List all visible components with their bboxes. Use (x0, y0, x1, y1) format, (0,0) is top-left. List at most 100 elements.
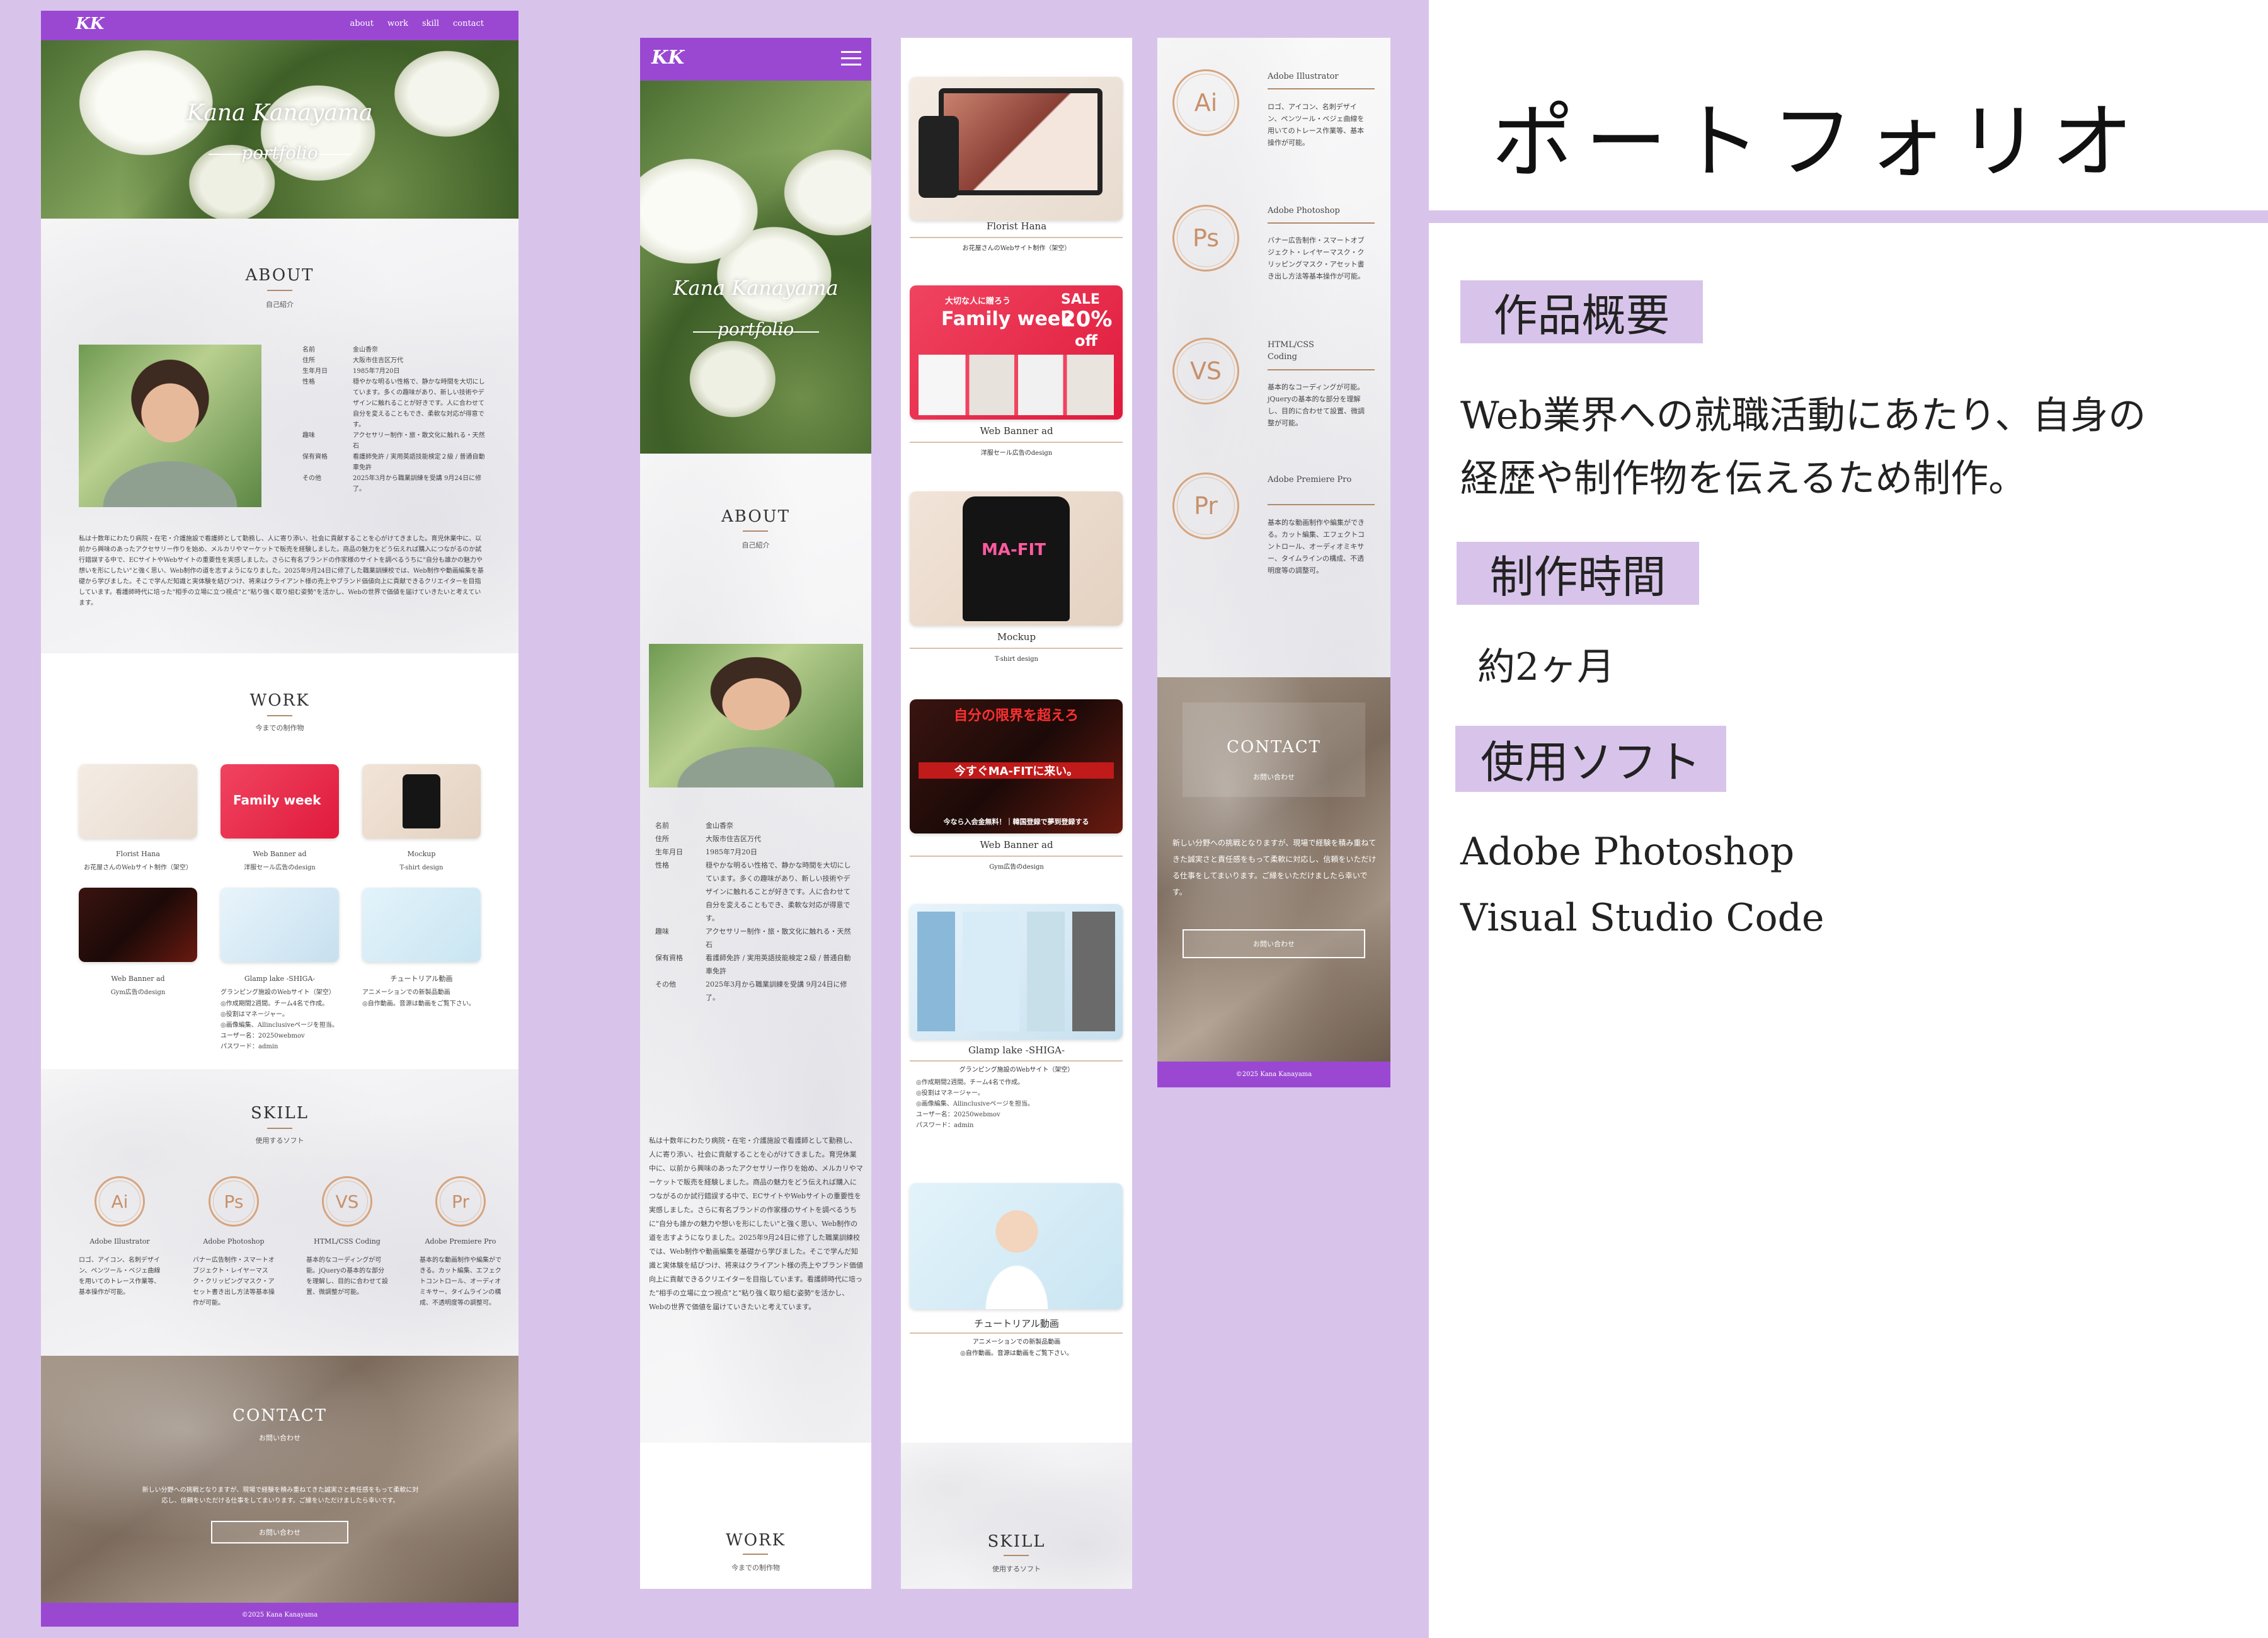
contact-subtitle: お問い合わせ (259, 1434, 301, 1442)
work-details: ◎自作動画。音源は動画をご覧下さい。 (362, 1000, 475, 1007)
work-name: Web Banner ad (980, 839, 1053, 850)
work-name: Mockup (997, 631, 1036, 643)
vscode-icon: VS (322, 1176, 372, 1227)
about-title: ABOUT (721, 507, 790, 526)
section-text: Adobe Photoshop Visual Studio Code (1460, 830, 1824, 940)
illustrator-icon: Ai (1172, 69, 1239, 136)
premiere-icon: Pr (1172, 472, 1239, 539)
mobile-footer: ©2025 Kana Kanayama (1157, 1062, 1390, 1087)
skill-subtitle: 使用するソフト (992, 1565, 1041, 1573)
profile-photo (649, 644, 863, 788)
work-title: WORK (249, 691, 310, 710)
work-subtitle: 今までの制作物 (731, 1564, 780, 1572)
skill-title: SKILL (987, 1532, 1046, 1551)
work-thumb-gym[interactable] (79, 888, 197, 962)
work-thumb-glamp[interactable] (220, 888, 339, 962)
section-label: 作品概要 (1460, 280, 1703, 343)
section-text: 約2ヶ月 (1477, 645, 1615, 689)
nav-work[interactable]: work (387, 19, 408, 28)
mobile-contact: CONTACT お問い合わせ 新しい分野への挑戦となりますが、現場で経験を積み重… (1157, 677, 1390, 1062)
about-subtitle: 自己紹介 (742, 541, 770, 549)
section-label: 使用ソフト (1455, 726, 1726, 792)
desktop-work: WORK 今までの制作物 Florist Hana お花屋さんのWebサイト制作… (41, 653, 518, 1069)
contact-subtitle: お問い合わせ (1253, 773, 1295, 781)
work-details: ◎自作動画。音源は動画をご覧下さい。 (960, 1350, 1073, 1357)
contact-body: 新しい分野への挑戦となりますが、現場で経験を積み重ねてきた誠実さと責任感をもって… (1172, 839, 1377, 896)
banner-photos (919, 355, 1114, 415)
contact-button[interactable]: お問い合わせ (211, 1521, 348, 1544)
work-thumb-mockup[interactable]: MA-FIT (910, 491, 1123, 626)
skill-subtitle: 使用するソフト (255, 1137, 304, 1145)
desktop-page: KK about work skill contact Kana Kanayam… (41, 11, 518, 1627)
work-name: Web Banner ad (253, 850, 307, 858)
hero-title: Kana Kanayama (186, 100, 373, 126)
about-bio: 私は十数年にわたり病院・在宅・介護施設で看護師として勤務し、人に寄り添い、社会に… (649, 1137, 864, 1311)
photoshop-icon: Ps (1172, 205, 1239, 272)
premiere-icon: Pr (435, 1176, 486, 1227)
work-thumb-florist[interactable] (79, 764, 197, 839)
work-thumb-banner[interactable]: 大切な人に贈ろう Family week SALE 20% off (910, 285, 1123, 420)
work-desc: アニメーションでの新製品動画 (972, 1339, 1061, 1346)
work-desc: グランピング施設のWebサイト（架空） (220, 989, 335, 996)
mobile-col-1: KK Kana Kanayama portfolio ABOUT 自己紹介 名前… (640, 38, 871, 1589)
desktop-header: KK about work skill contact (41, 11, 518, 40)
mobile-skill-header: SKILL 使用するソフト (901, 1443, 1132, 1589)
profile-photo (79, 345, 261, 507)
section-label: 制作時間 (1457, 542, 1699, 605)
nav-skill[interactable]: skill (422, 19, 439, 28)
mobile-col-2: Florist Hana お花屋さんのWebサイト制作（架空） 大切な人に贈ろう… (901, 38, 1132, 1589)
work-thumb-gym[interactable]: 自分の限界を超えろ 今すぐMA-FITに来い。 今なら入会金無料！｜韓国登録で夢… (910, 699, 1123, 833)
work-desc: グランピング施設のWebサイト（架空） (959, 1067, 1074, 1074)
work-subtitle: 今までの制作物 (255, 724, 304, 732)
work-details: ◎作成期間2週間。チーム4名で作成。 ◎役割はマネージャー。 ◎画像編集、All… (916, 1079, 1034, 1129)
nav: about work skill contact (350, 19, 484, 28)
desktop-hero: Kana Kanayama portfolio (41, 40, 518, 219)
hamburger-icon[interactable] (841, 49, 861, 68)
work-thumb-glamp[interactable] (910, 904, 1123, 1040)
work-name: Mockup (407, 850, 436, 858)
work-name: Glamp lake -SHIGA- (244, 975, 316, 983)
hero-subtitle: portfolio (241, 142, 318, 163)
photoshop-icon: Ps (209, 1176, 259, 1227)
section-text: Web業界への就職活動にあたり、自身の 経歴や制作物を伝えるため制作。 (1460, 394, 2146, 501)
profile-table: 名前 金山香奈 住所 大阪市住吉区万代 生年月日 1985年7月20日 性格 穏やかな明… (302, 346, 485, 493)
mobile-about: ABOUT 自己紹介 名前 金山香奈 住所 大阪市住吉区万代 生年月日 1985年7月… (640, 454, 871, 1443)
work-name: チュートリアル動画 (974, 1318, 1059, 1329)
contact-title: CONTACT (1227, 738, 1321, 757)
panel-title: ポートフォリオ (1492, 94, 2145, 190)
logo[interactable]: KK (76, 14, 104, 33)
mobile-header: KK (640, 38, 871, 81)
work-desc: T-shirt design (995, 656, 1038, 663)
logo[interactable]: KK (651, 47, 684, 69)
skill-title: SKILL (250, 1104, 309, 1123)
contact-button[interactable]: お問い合わせ (1183, 929, 1365, 958)
work-desc: アニメーションでの新製品動画 (362, 989, 450, 996)
vscode-icon: VS (1172, 338, 1239, 404)
hero-title: Kana Kanayama (673, 276, 839, 300)
mobile-col-3: Ai Adobe Illustrator ロゴ、アイコン、名刺デザイン、ペンツー… (1157, 38, 1390, 1087)
work-thumb-mockup[interactable] (362, 764, 481, 839)
work-desc: 洋服セール広告のdesign (244, 864, 316, 871)
laptop-icon (939, 88, 1102, 195)
work-details: ◎作成期間2週間。チーム4名で作成。 ◎役割はマネージャー。 ◎画像編集、All… (220, 1000, 338, 1050)
work-name: Web Banner ad (111, 975, 165, 983)
work-desc: T-shirt design (399, 864, 444, 871)
illustrator-icon: Ai (94, 1176, 145, 1227)
nurse-illustration (985, 1198, 1048, 1309)
phone-icon (919, 116, 959, 198)
work-thumb-tutorial[interactable] (362, 888, 481, 962)
profile-table: 名前 金山香奈 住所 大阪市住吉区万代 生年月日 1985年7月20日 性格 穏やかな明… (655, 822, 851, 1002)
nav-about[interactable]: about (350, 19, 374, 28)
work-thumb-florist[interactable] (910, 77, 1123, 220)
contact-body: 新しい分野への挑戦となりますが、現場で経験を積み重ねてきた誠実さと責任感をもって… (142, 1487, 419, 1504)
work-desc: お花屋さんのWebサイト制作（架空） (84, 864, 192, 871)
work-desc: Gym広告のdesign (989, 864, 1044, 871)
work-thumb-tutorial[interactable] (910, 1183, 1123, 1309)
work-name: Web Banner ad (980, 425, 1053, 437)
work-desc: Gym広告のdesign (110, 989, 166, 996)
work-desc: お花屋さんのWebサイト制作（架空） (962, 245, 1071, 252)
work-thumb-banner[interactable]: Family week (220, 764, 339, 839)
desktop-skill: SKILL 使用するソフト Ai Adobe Illustrator ロゴ、アイ… (41, 1069, 518, 1356)
work-name: Florist Hana (986, 220, 1047, 232)
nav-contact[interactable]: contact (453, 19, 484, 28)
